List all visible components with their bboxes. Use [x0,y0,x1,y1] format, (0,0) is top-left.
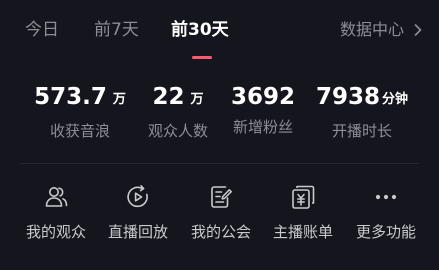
bill-icon [292,185,315,209]
action-label: 主播账单 [272,223,333,241]
stat-unit: 分钟 [382,92,409,107]
tab-last-7-days[interactable]: 前7天 [94,19,139,41]
stat-value: 7938 [315,84,380,110]
active-tab-indicator [192,56,212,59]
action-label: 我的观众 [25,223,86,241]
stat-value: 3692 [230,84,295,110]
data-center-label: 数据中心 [339,20,404,39]
section-divider [20,163,419,164]
stat-value-wrap: 7938 分钟 [307,82,417,116]
data-center-link[interactable]: 数据中心 [340,19,425,41]
stat-unit: 万 [190,92,204,107]
live-data-card: 今日 前7天 前30天 数据中心 573.7 万 收获音浪 22 万 观众人数 36… [0,0,439,270]
stat-value-wrap: 573.7 万 [25,82,135,116]
stat-value: 573.7 [34,84,107,110]
action-more-features[interactable]: 更多功能 [341,184,431,242]
stat-value: 22 [152,84,185,110]
action-my-guild[interactable]: 我的公会 [176,184,266,242]
stat-new-followers[interactable]: 3692 新增粉丝 [208,82,318,137]
guild-icon [211,186,232,208]
stat-value-wrap: 3692 [208,82,318,112]
action-label: 直播回放 [107,223,168,241]
action-my-audience[interactable]: 我的观众 [11,184,101,242]
action-label: 我的公会 [190,223,251,241]
action-streamer-bill[interactable]: 主播账单 [258,184,348,242]
tab-last-30-days[interactable]: 前30天 [171,19,229,41]
replay-icon [127,185,148,208]
tab-today[interactable]: 今日 [25,19,59,41]
stat-earned-sound-waves[interactable]: 573.7 万 收获音浪 [25,82,135,141]
action-live-replay[interactable]: 直播回放 [93,184,183,242]
chevron-right-icon [414,24,422,36]
stat-label: 收获音浪 [49,122,110,140]
stat-label: 新增粉丝 [232,118,293,136]
more-icon [375,194,397,200]
action-label: 更多功能 [355,223,416,241]
audience-icon [45,187,68,207]
stat-label: 开播时长 [331,122,392,140]
stat-live-duration[interactable]: 7938 分钟 开播时长 [307,82,417,141]
